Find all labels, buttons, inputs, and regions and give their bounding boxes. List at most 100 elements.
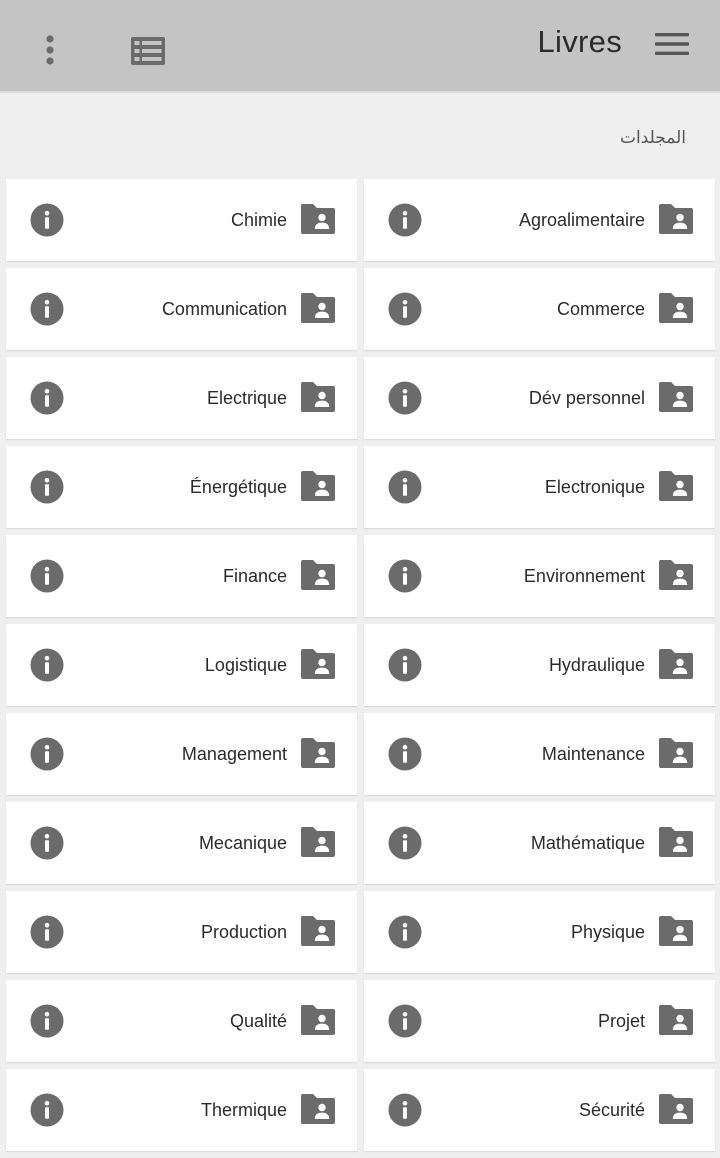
folder-shared-icon: [301, 471, 335, 501]
folder-label: Dév personnel: [528, 388, 645, 408]
folder-card[interactable]: Environnement: [364, 535, 715, 617]
info-button[interactable]: [388, 559, 422, 593]
folder-label: Thermique: [200, 1100, 287, 1120]
info-icon: [388, 559, 422, 593]
folder-label: Production: [200, 922, 287, 942]
folder-shared-icon: [659, 649, 693, 679]
info-icon: [388, 737, 422, 771]
info-icon: [30, 1004, 64, 1038]
more-vertical-icon: [46, 35, 54, 65]
folder-card[interactable]: Management: [6, 713, 357, 795]
info-button[interactable]: [30, 648, 64, 682]
info-button[interactable]: [388, 737, 422, 771]
info-button[interactable]: [388, 915, 422, 949]
folder-shared-icon: [659, 293, 693, 323]
folder-shared-icon: [659, 1094, 693, 1124]
info-button[interactable]: [30, 470, 64, 504]
info-button[interactable]: [388, 470, 422, 504]
info-icon: [30, 737, 64, 771]
folder-label: Electronique: [544, 477, 645, 497]
info-button[interactable]: [30, 1093, 64, 1127]
folder-card[interactable]: Logistique: [6, 624, 357, 706]
info-icon: [30, 203, 64, 237]
folder-card[interactable]: Chimie: [6, 179, 357, 261]
section-title: المجلدات: [620, 128, 686, 148]
info-button[interactable]: [30, 203, 64, 237]
folder-label: Sécurité: [578, 1100, 645, 1120]
folder-shared-icon: [659, 204, 693, 234]
app-bar: Livres: [0, 0, 720, 93]
folder-card[interactable]: Production: [6, 891, 357, 973]
folder-card[interactable]: Agroalimentaire: [364, 179, 715, 261]
folder-label: Physique: [570, 922, 645, 942]
menu-button[interactable]: [648, 24, 696, 64]
info-icon: [388, 381, 422, 415]
info-button[interactable]: [30, 826, 64, 860]
info-button[interactable]: [388, 1004, 422, 1038]
folder-card[interactable]: Electrique: [6, 357, 357, 439]
info-button[interactable]: [30, 1004, 64, 1038]
folder-label: Hydraulique: [548, 655, 645, 675]
info-icon: [388, 470, 422, 504]
folder-card[interactable]: Maintenance: [364, 713, 715, 795]
app-title: Livres: [537, 24, 622, 59]
info-button[interactable]: [388, 1093, 422, 1127]
folder-shared-icon: [301, 1094, 335, 1124]
folder-label: Chimie: [230, 210, 287, 230]
folder-card[interactable]: Mathématique: [364, 802, 715, 884]
info-icon: [388, 826, 422, 860]
info-icon: [388, 203, 422, 237]
info-button[interactable]: [388, 203, 422, 237]
info-icon: [30, 559, 64, 593]
folder-label: Projet: [597, 1011, 645, 1031]
info-icon: [30, 292, 64, 326]
folder-label: Electrique: [206, 388, 287, 408]
folder-shared-icon: [301, 827, 335, 857]
folder-label: Logistique: [204, 655, 287, 675]
folder-card[interactable]: Sécurité: [364, 1069, 715, 1151]
info-icon: [388, 1093, 422, 1127]
more-options-button[interactable]: [30, 28, 70, 72]
folder-shared-icon: [659, 1005, 693, 1035]
info-button[interactable]: [388, 381, 422, 415]
folder-shared-icon: [301, 916, 335, 946]
info-button[interactable]: [388, 292, 422, 326]
folder-label: Environnement: [523, 566, 645, 586]
info-button[interactable]: [388, 648, 422, 682]
folder-card[interactable]: Electronique: [364, 446, 715, 528]
folder-card[interactable]: Thermique: [6, 1069, 357, 1151]
folder-card[interactable]: Énergétique: [6, 446, 357, 528]
folder-card[interactable]: Qualité: [6, 980, 357, 1062]
folder-grid: Chimie Agroalimentaire Communication Com…: [6, 179, 715, 1151]
folder-card[interactable]: Hydraulique: [364, 624, 715, 706]
folder-card[interactable]: Communication: [6, 268, 357, 350]
folder-card[interactable]: Dév personnel: [364, 357, 715, 439]
list-view-button[interactable]: [124, 30, 172, 72]
list-view-icon: [131, 37, 165, 65]
info-button[interactable]: [388, 826, 422, 860]
folder-card[interactable]: Finance: [6, 535, 357, 617]
info-icon: [30, 1093, 64, 1127]
folder-shared-icon: [659, 471, 693, 501]
info-icon: [30, 648, 64, 682]
hamburger-menu-icon: [655, 33, 689, 55]
folder-label: Maintenance: [541, 744, 645, 764]
info-button[interactable]: [30, 381, 64, 415]
folder-shared-icon: [301, 1005, 335, 1035]
folder-card[interactable]: Mecanique: [6, 802, 357, 884]
info-button[interactable]: [30, 915, 64, 949]
folder-card[interactable]: Physique: [364, 891, 715, 973]
folder-label: Finance: [222, 566, 287, 586]
info-icon: [388, 915, 422, 949]
folder-shared-icon: [659, 560, 693, 590]
folder-card[interactable]: Projet: [364, 980, 715, 1062]
info-button[interactable]: [30, 292, 64, 326]
info-button[interactable]: [30, 559, 64, 593]
folder-label: Mecanique: [198, 833, 287, 853]
info-button[interactable]: [30, 737, 64, 771]
info-icon: [388, 292, 422, 326]
folder-shared-icon: [659, 916, 693, 946]
info-icon: [30, 381, 64, 415]
folder-card[interactable]: Commerce: [364, 268, 715, 350]
folder-shared-icon: [301, 560, 335, 590]
